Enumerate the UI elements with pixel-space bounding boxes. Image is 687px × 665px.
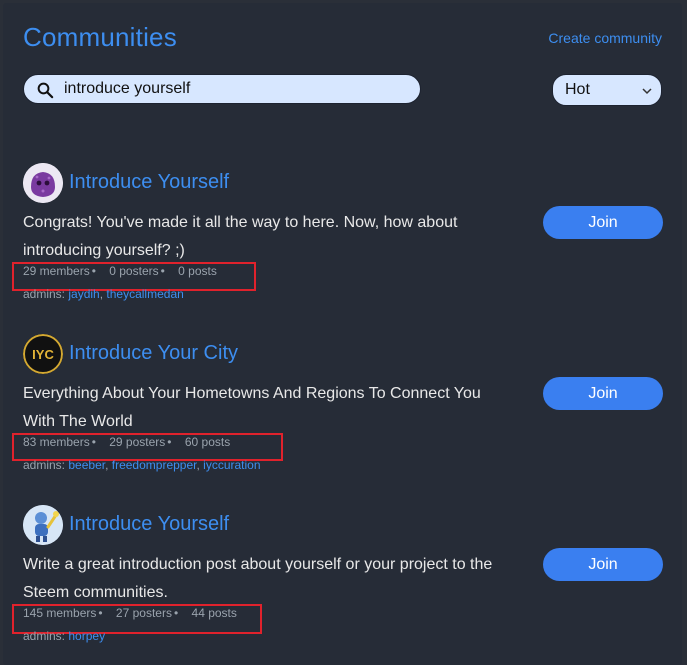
sort-select[interactable]: Hot xyxy=(552,74,662,106)
community-description: Congrats! You've made it all the way to … xyxy=(23,214,458,259)
join-button[interactable]: Join xyxy=(543,206,663,239)
chevron-down-icon xyxy=(642,88,652,95)
community-avatar xyxy=(23,163,63,203)
community-admins: admins: beeber, freedomprepper, iyccurat… xyxy=(23,458,261,472)
community-name[interactable]: Introduce Yourself xyxy=(69,171,229,194)
admin-link[interactable]: beeber xyxy=(68,458,105,472)
community-item: IYC Introduce Your City Everything About… xyxy=(12,334,663,484)
admin-link[interactable]: freedomprepper xyxy=(112,458,197,472)
admins-label: admins: xyxy=(23,629,66,643)
join-button[interactable]: Join xyxy=(543,548,663,581)
community-description: Everything About Your Hometowns And Regi… xyxy=(23,385,481,430)
admins-label: admins: xyxy=(23,287,66,301)
admins-label: admins: xyxy=(23,458,66,472)
community-name[interactable]: Introduce Yourself xyxy=(69,513,229,536)
search-input[interactable] xyxy=(64,75,404,103)
join-button[interactable]: Join xyxy=(543,377,663,410)
stats-highlight-box xyxy=(12,433,283,461)
page-title: Communities xyxy=(23,22,177,52)
community-description: Write a great introduction post about yo… xyxy=(23,556,493,601)
community-admins: admins: jaydih, theycallmedan xyxy=(23,287,184,301)
communities-panel: Communities Create community Hot Int xyxy=(3,3,682,665)
admin-link[interactable]: jaydih xyxy=(68,287,99,301)
community-avatar xyxy=(23,505,63,545)
sort-selected-value: Hot xyxy=(565,81,590,98)
community-item: Introduce Yourself Write a great introdu… xyxy=(12,505,663,655)
character-avatar-icon xyxy=(23,505,63,545)
community-admins: admins: horpey xyxy=(23,629,105,643)
iyc-logo-icon: IYC xyxy=(23,334,63,374)
admin-link[interactable]: horpey xyxy=(68,629,105,643)
community-name[interactable]: Introduce Your City xyxy=(69,342,238,365)
search-icon xyxy=(37,82,54,99)
purple-monster-avatar-icon xyxy=(23,163,63,203)
avatar-text: IYC xyxy=(32,347,54,362)
community-avatar: IYC xyxy=(23,334,63,374)
admin-link[interactable]: iyccuration xyxy=(203,458,260,472)
community-item: Introduce Yourself Congrats! You've made… xyxy=(12,163,663,313)
admin-link[interactable]: theycallmedan xyxy=(106,287,183,301)
create-community-link[interactable]: Create community xyxy=(548,30,662,46)
search-box[interactable] xyxy=(23,74,421,104)
